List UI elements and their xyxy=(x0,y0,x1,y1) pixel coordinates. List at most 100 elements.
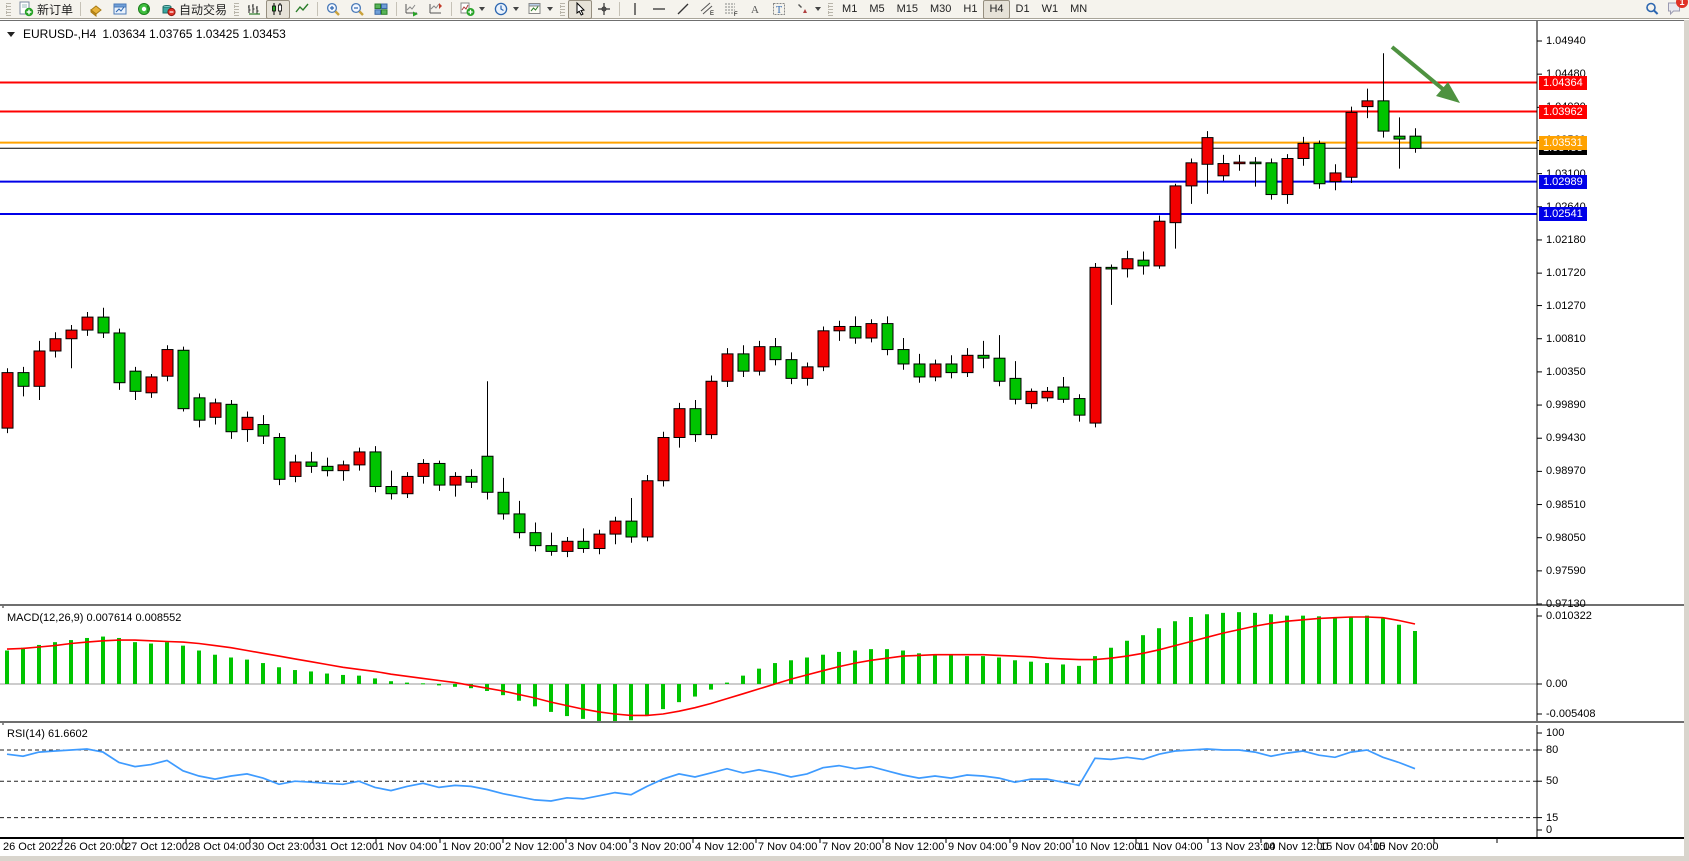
cursor-button[interactable] xyxy=(568,0,592,19)
time-axis[interactable]: 26 Oct 202226 Oct 20:0027 Oct 12:0028 Oc… xyxy=(0,838,1689,861)
crosshair-icon xyxy=(596,1,612,17)
macd-bar xyxy=(437,684,441,685)
timeframe-button-m15[interactable]: M15 xyxy=(891,0,924,19)
candle-body xyxy=(1042,391,1053,397)
notifications-button[interactable]: 1 xyxy=(1666,0,1682,19)
toolbar-grip[interactable] xyxy=(234,3,239,16)
rsi-tick-label: 50 xyxy=(1546,775,1558,787)
timeframe-button-d1[interactable]: D1 xyxy=(1010,0,1036,19)
price-tick-label: 0.98510 xyxy=(1546,499,1586,511)
new-order-button[interactable]: 新订单 xyxy=(14,0,77,19)
zoom-out-icon xyxy=(349,1,365,17)
line-chart-icon xyxy=(294,1,310,17)
charts-window-icon xyxy=(112,1,128,17)
macd-bar xyxy=(37,645,41,684)
time-label: 7 Nov 20:00 xyxy=(822,841,881,853)
macd-bar xyxy=(1317,616,1321,684)
candle-body xyxy=(274,437,285,479)
toolbar-grip[interactable] xyxy=(828,3,833,16)
timeframe-button-mn[interactable]: MN xyxy=(1064,0,1093,19)
chart-shift-button[interactable] xyxy=(424,0,448,19)
macd-bar xyxy=(101,637,105,684)
toolbar-grip[interactable] xyxy=(6,3,11,16)
macd-bar xyxy=(1221,613,1225,684)
level-price-label: 1.04364 xyxy=(1539,76,1587,90)
price-chart-panel[interactable]: EURUSD-,H4 1.03634 1.03765 1.03425 1.034… xyxy=(0,20,1689,606)
vertical-line-button[interactable] xyxy=(623,0,647,19)
candle-body xyxy=(242,417,253,429)
candle-body xyxy=(1330,173,1341,182)
macd-bar xyxy=(261,663,265,684)
price-tick-label: 1.00350 xyxy=(1546,366,1586,378)
candle-body xyxy=(466,476,477,482)
timeframe-button-h4[interactable]: H4 xyxy=(983,0,1009,19)
candle-body xyxy=(34,351,45,386)
autotrading-button[interactable]: 自动交易 xyxy=(156,0,231,19)
toolbar-separator xyxy=(80,2,81,16)
timeframe-button-m1[interactable]: M1 xyxy=(836,0,863,19)
trendline-button[interactable] xyxy=(671,0,695,19)
zoom-out-button[interactable] xyxy=(345,0,369,19)
macd-bar xyxy=(1365,616,1369,684)
svg-text:E: E xyxy=(710,11,714,17)
rsi-panel[interactable]: RSI(14) 61.6602 1008050150 xyxy=(0,725,1689,838)
candle-body xyxy=(162,350,173,377)
timeframe-button-m30[interactable]: M30 xyxy=(924,0,957,19)
candle-body xyxy=(1218,164,1229,176)
horizontal-line-button[interactable] xyxy=(647,0,671,19)
templates-button[interactable] xyxy=(523,0,557,19)
price-tick-label: 1.01270 xyxy=(1546,300,1586,312)
crosshair-button[interactable] xyxy=(592,0,616,19)
macd-bar xyxy=(965,656,969,684)
macd-signal-value: 0.008552 xyxy=(135,612,181,624)
candle-body xyxy=(1186,163,1197,186)
periods-button[interactable] xyxy=(489,0,523,19)
channel-button[interactable]: E xyxy=(695,0,719,19)
candle-body xyxy=(898,350,909,364)
macd-bar xyxy=(245,660,249,684)
indicators-dropdown-icon xyxy=(479,7,485,11)
macd-bar xyxy=(837,652,841,684)
auto-scroll-button[interactable] xyxy=(400,0,424,19)
zoom-in-icon xyxy=(325,1,341,17)
alerts-button[interactable] xyxy=(132,0,156,19)
macd-chart[interactable] xyxy=(0,608,1689,721)
candle-body xyxy=(962,355,973,372)
fibonacci-button[interactable]: F xyxy=(719,0,743,19)
candlestick-chart[interactable] xyxy=(0,21,1689,605)
timeframe-button-h1[interactable]: H1 xyxy=(957,0,983,19)
macd-bar xyxy=(677,684,681,702)
tile-windows-button[interactable] xyxy=(369,0,393,19)
macd-tick-label: -0.005408 xyxy=(1546,708,1596,720)
alerts-icon xyxy=(136,1,152,17)
bars-chart-button[interactable] xyxy=(242,0,266,19)
candle-body xyxy=(178,350,189,408)
symbol-dropdown-icon[interactable] xyxy=(7,32,15,37)
candle-body xyxy=(594,534,605,548)
time-label: 14 Nov 12:00 xyxy=(1263,841,1328,853)
candle-body xyxy=(514,514,525,533)
text-button[interactable]: A xyxy=(743,0,767,19)
trend-arrow-annotation[interactable] xyxy=(1392,47,1444,90)
rsi-chart[interactable] xyxy=(0,725,1689,837)
macd-bar xyxy=(757,669,761,684)
candle-body xyxy=(994,358,1005,381)
timeframe-button-m5[interactable]: M5 xyxy=(863,0,890,19)
zoom-in-button[interactable] xyxy=(321,0,345,19)
candle-body xyxy=(642,481,653,537)
macd-bar xyxy=(1413,631,1417,684)
line-chart-button[interactable] xyxy=(290,0,314,19)
candle-body xyxy=(354,452,365,465)
toolbar-grip[interactable] xyxy=(560,3,565,16)
macd-panel[interactable]: MACD(12,26,9) 0.007614 0.008552 0.010322… xyxy=(0,608,1689,723)
timeframe-button-w1[interactable]: W1 xyxy=(1036,0,1065,19)
candles-chart-button[interactable] xyxy=(266,0,290,19)
search-icon[interactable] xyxy=(1644,1,1660,17)
text-label-button[interactable]: T xyxy=(767,0,791,19)
arrows-button[interactable] xyxy=(791,0,825,19)
mt4-terminal-window: 新订单 自动交易 xyxy=(0,0,1689,861)
quotes-button[interactable] xyxy=(84,0,108,19)
indicators-button[interactable] xyxy=(455,0,489,19)
charts-window-button[interactable] xyxy=(108,0,132,19)
macd-bar xyxy=(85,638,89,684)
